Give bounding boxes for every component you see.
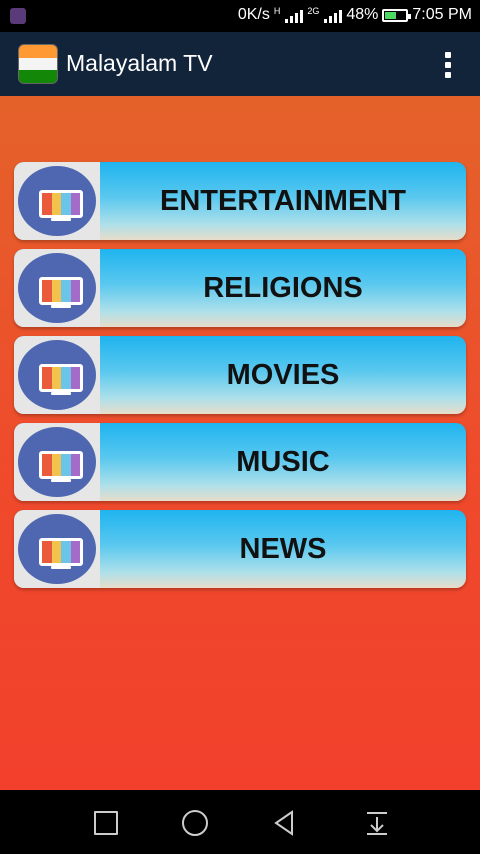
battery-percent: 48%: [346, 6, 379, 23]
category-music-button[interactable]: MUSIC: [14, 423, 466, 501]
recent-apps-icon[interactable]: [92, 810, 120, 836]
system-nav-bar: [0, 790, 480, 854]
network-type-2g: 2G: [307, 5, 320, 16]
category-label: MOVIES: [226, 359, 340, 391]
notification-app-icon: [10, 8, 26, 24]
battery-icon: [382, 8, 412, 22]
signal-icon-2: [324, 7, 343, 23]
category-movies-button[interactable]: MOVIES: [14, 336, 466, 414]
tv-icon: [18, 340, 96, 410]
status-right: 0K/s H 2G 48% 7:05 PM: [238, 6, 472, 24]
category-list: ENTERTAINMENT RELIGIONS MOVIES MUSIC NEW…: [0, 96, 480, 790]
app-title: Malayalam TV: [66, 50, 213, 76]
clock: 7:05 PM: [412, 6, 472, 23]
category-label: NEWS: [239, 533, 327, 565]
tv-icon: [18, 427, 96, 497]
network-speed: 0K/s: [237, 6, 270, 23]
category-religions-button[interactable]: RELIGIONS: [14, 249, 466, 327]
more-vert-icon[interactable]: [444, 52, 452, 78]
status-bar: 0K/s H 2G 48% 7:05 PM: [0, 0, 480, 32]
category-label: RELIGIONS: [203, 272, 363, 304]
tv-icon: [18, 166, 96, 236]
signal-icon: [285, 7, 304, 23]
app-logo-icon: [18, 44, 58, 84]
tv-icon: [18, 253, 96, 323]
app-toolbar: Malayalam TV: [0, 32, 480, 96]
home-icon[interactable]: [182, 810, 210, 836]
category-entertainment-button[interactable]: ENTERTAINMENT: [14, 162, 466, 240]
back-icon[interactable]: [272, 810, 300, 836]
tv-icon: [18, 514, 96, 584]
category-news-button[interactable]: NEWS: [14, 510, 466, 588]
notification-down-icon[interactable]: [364, 810, 392, 836]
category-label: ENTERTAINMENT: [160, 185, 406, 217]
category-label: MUSIC: [236, 446, 330, 478]
network-type-h: H: [273, 5, 281, 16]
